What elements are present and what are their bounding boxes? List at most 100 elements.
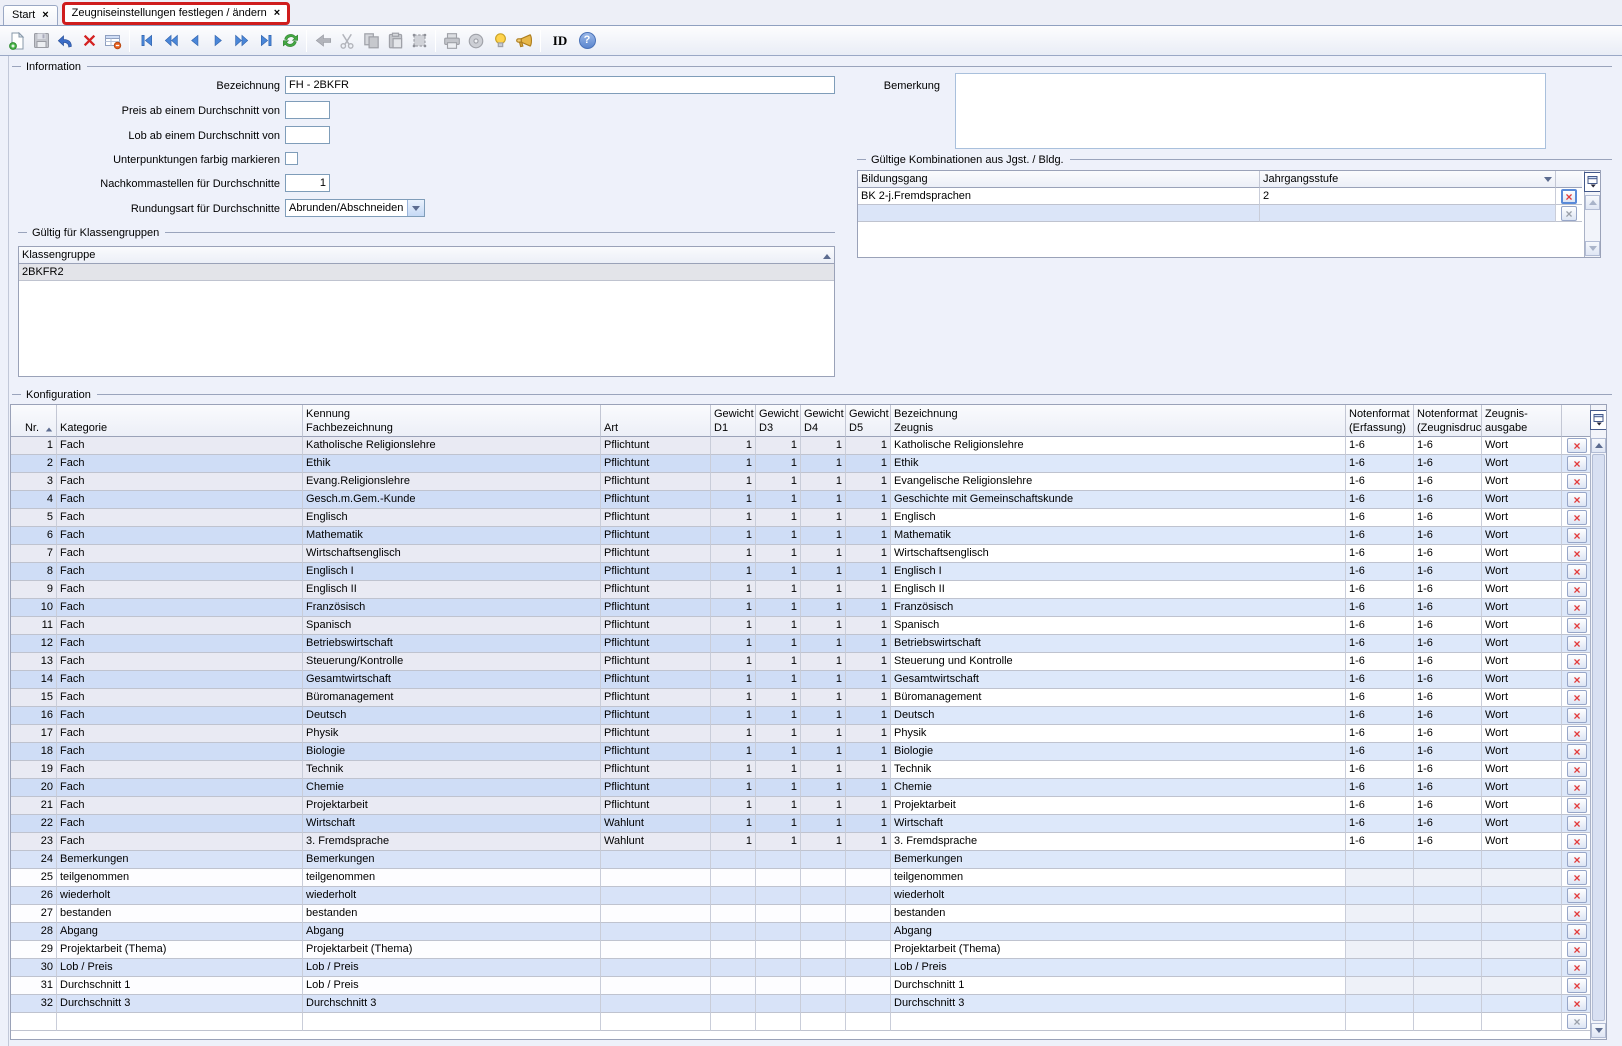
scroll-down-button[interactable] xyxy=(1591,1023,1606,1038)
konfiguration-column-header[interactable]: Notenformat(Zeugnisdruck) xyxy=(1414,405,1482,437)
konfiguration-column-header[interactable]: GewichtD3 xyxy=(756,405,801,437)
delete-row-button[interactable]: × xyxy=(1567,906,1587,921)
table-row[interactable]: 28AbgangAbgangAbgang× xyxy=(11,923,1606,941)
table-row[interactable]: 21FachProjektarbeitPflichtunt1111Projekt… xyxy=(11,797,1606,815)
id-button[interactable]: ID xyxy=(545,29,575,53)
cut-button[interactable] xyxy=(335,29,359,53)
delete-row-button[interactable]: × xyxy=(1567,528,1587,543)
table-row[interactable]: 11FachSpanischPflichtunt1111Spanisch1-61… xyxy=(11,617,1606,635)
tab-close-icon[interactable]: × xyxy=(42,9,48,21)
unterpunktungen-checkbox[interactable] xyxy=(285,152,298,165)
delete-row-button[interactable]: × xyxy=(1567,1014,1587,1029)
delete-row-button[interactable]: × xyxy=(1567,870,1587,885)
konfiguration-column-header[interactable]: Notenformat(Erfassung) xyxy=(1346,405,1414,437)
konfiguration-column-header[interactable]: Nr. xyxy=(11,405,57,437)
help-button[interactable]: ? xyxy=(575,29,599,53)
delete-row-button[interactable]: × xyxy=(1567,654,1587,669)
preis-input[interactable] xyxy=(285,101,330,119)
new-record-button[interactable] xyxy=(5,29,29,53)
table-row[interactable]: 22FachWirtschaftWahlunt1111Wirtschaft1-6… xyxy=(11,815,1606,833)
rundungsart-dropdown-button[interactable] xyxy=(407,200,424,216)
rundungsart-select[interactable]: Abrunden/Abschneiden xyxy=(285,199,425,217)
delete-row-button[interactable]: × xyxy=(1567,456,1587,471)
cd-export-button[interactable] xyxy=(464,29,488,53)
paste-button[interactable] xyxy=(383,29,407,53)
table-row[interactable]: 4FachGesch.m.Gem.-KundePflichtunt1111Ges… xyxy=(11,491,1606,509)
lob-input[interactable] xyxy=(285,126,330,144)
table-row[interactable]: 25teilgenommenteilgenommenteilgenommen× xyxy=(11,869,1606,887)
konfiguration-column-header[interactable]: GewichtD4 xyxy=(801,405,846,437)
table-row-new[interactable]: × xyxy=(11,1013,1606,1031)
table-row[interactable]: 10FachFranzösischPflichtunt1111Französis… xyxy=(11,599,1606,617)
table-row[interactable]: 14FachGesamtwirtschaftPflichtunt1111Gesa… xyxy=(11,671,1606,689)
delete-row-button[interactable]: × xyxy=(1567,834,1587,849)
table-row[interactable]: 19FachTechnikPflichtunt1111Technik1-61-6… xyxy=(11,761,1606,779)
konfiguration-column-header[interactable]: GewichtD5 xyxy=(846,405,891,437)
column-header-bildungsgang[interactable]: Bildungsgang xyxy=(858,171,1260,188)
konfiguration-column-header[interactable]: Art xyxy=(601,405,711,437)
notify-button[interactable] xyxy=(512,29,536,53)
delete-row-button[interactable]: × xyxy=(1567,510,1587,525)
print-button[interactable] xyxy=(440,29,464,53)
table-row[interactable]: 26wiederholtwiederholtwiederholt× xyxy=(11,887,1606,905)
delete-row-button[interactable]: × xyxy=(1567,546,1587,561)
delete-row-button[interactable]: × xyxy=(1567,996,1587,1011)
tab-start[interactable]: Start × xyxy=(3,5,58,25)
table-row[interactable]: 3FachEvang.ReligionslehrePflichtunt1111E… xyxy=(11,473,1606,491)
table-row[interactable]: 23Fach3. FremdspracheWahlunt11113. Fremd… xyxy=(11,833,1606,851)
tab-close-icon[interactable]: × xyxy=(274,7,280,19)
column-header-klassengruppe[interactable]: Klassengruppe xyxy=(19,247,834,264)
refresh-button[interactable] xyxy=(278,29,302,53)
nav-previous-button[interactable] xyxy=(182,29,206,53)
delete-row-button[interactable]: × xyxy=(1567,942,1587,957)
column-chooser-icon[interactable] xyxy=(1590,410,1607,430)
table-row[interactable]: 20FachChemiePflichtunt1111Chemie1-61-6Wo… xyxy=(11,779,1606,797)
scroll-up-button[interactable] xyxy=(1585,195,1600,210)
nav-next-button[interactable] xyxy=(206,29,230,53)
delete-row-button[interactable]: × xyxy=(1567,618,1587,633)
table-row[interactable]: 7FachWirtschaftsenglischPflichtunt1111Wi… xyxy=(11,545,1606,563)
table-row[interactable]: 5FachEnglischPflichtunt1111Englisch1-61-… xyxy=(11,509,1606,527)
delete-row-button[interactable]: × xyxy=(1567,888,1587,903)
delete-row-button[interactable]: × xyxy=(1567,960,1587,975)
delete-row-button[interactable]: × xyxy=(1567,798,1587,813)
table-row[interactable]: 9FachEnglisch IIPflichtunt1111Englisch I… xyxy=(11,581,1606,599)
table-row[interactable]: 2BKFR2 xyxy=(19,264,834,281)
konfiguration-column-header[interactable]: KennungFachbezeichnung xyxy=(303,405,601,437)
table-row[interactable]: 2FachEthikPflichtunt1111Ethik1-61-6Wort× xyxy=(11,455,1606,473)
delete-row-button[interactable]: × xyxy=(1567,672,1587,687)
table-row[interactable]: 24BemerkungenBemerkungenBemerkungen× xyxy=(11,851,1606,869)
bemerkung-textarea[interactable] xyxy=(955,73,1546,149)
konfiguration-column-header[interactable]: Kategorie xyxy=(57,405,303,437)
delete-row-button[interactable]: × xyxy=(1567,708,1587,723)
table-row[interactable]: 32Durchschnitt 3Durchschnitt 3Durchschni… xyxy=(11,995,1606,1013)
table-row[interactable]: 16FachDeutschPflichtunt1111Deutsch1-61-6… xyxy=(11,707,1606,725)
delete-row-button[interactable]: × xyxy=(1567,582,1587,597)
table-row[interactable]: 12FachBetriebswirtschaftPflichtunt1111Be… xyxy=(11,635,1606,653)
table-row-new[interactable]: × xyxy=(858,205,1600,222)
table-row[interactable]: 17FachPhysikPflichtunt1111Physik1-61-6Wo… xyxy=(11,725,1606,743)
delete-row-button[interactable]: × xyxy=(1567,852,1587,867)
nav-fast-back-button[interactable] xyxy=(158,29,182,53)
delete-row-button[interactable]: × xyxy=(1567,924,1587,939)
select-region-button[interactable] xyxy=(407,29,431,53)
delete-row-button[interactable]: × xyxy=(1567,438,1587,453)
konfiguration-column-header[interactable]: BezeichnungZeugnis xyxy=(891,405,1346,437)
delete-row-button[interactable]: × xyxy=(1567,816,1587,831)
hint-button[interactable] xyxy=(488,29,512,53)
konfiguration-column-header[interactable]: GewichtD1 xyxy=(711,405,756,437)
delete-row-button[interactable]: × xyxy=(1567,762,1587,777)
delete-row-button[interactable]: × xyxy=(1567,636,1587,651)
column-header-jahrgangsstufe[interactable]: Jahrgangsstufe xyxy=(1260,171,1556,188)
table-row[interactable]: 30Lob / PreisLob / PreisLob / Preis× xyxy=(11,959,1606,977)
nav-fast-forward-button[interactable] xyxy=(230,29,254,53)
delete-row-button[interactable]: × xyxy=(1561,206,1577,221)
copy-button[interactable] xyxy=(359,29,383,53)
delete-row-button[interactable]: × xyxy=(1567,780,1587,795)
table-row[interactable]: 18FachBiologiePflichtunt1111Biologie1-61… xyxy=(11,743,1606,761)
edit-form-button[interactable] xyxy=(101,29,125,53)
table-row[interactable]: 15FachBüromanagementPflichtunt1111Büroma… xyxy=(11,689,1606,707)
konfiguration-column-header[interactable]: Zeugnis-ausgabe xyxy=(1482,405,1562,437)
table-row[interactable]: 29Projektarbeit (Thema)Projektarbeit (Th… xyxy=(11,941,1606,959)
column-chooser-icon[interactable] xyxy=(1584,172,1601,192)
